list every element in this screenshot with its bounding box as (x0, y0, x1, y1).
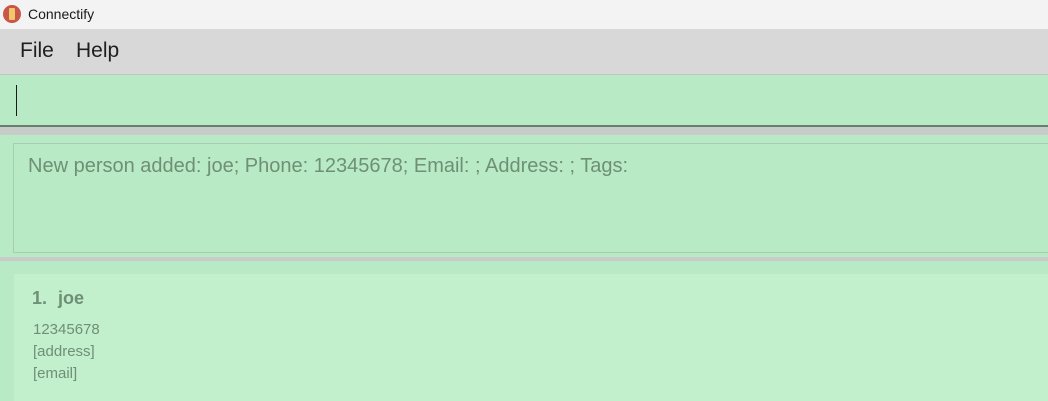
text-caret (16, 85, 17, 116)
person-index: 1. (32, 288, 48, 308)
app-logo-icon (3, 5, 21, 23)
result-display-panel: New person added: joe; Phone: 12345678; … (0, 135, 1048, 257)
person-phone: 12345678 (33, 321, 100, 338)
menu-help[interactable]: Help (76, 39, 119, 63)
window-title: Connectify (28, 6, 95, 22)
menu-file[interactable]: File (20, 39, 54, 63)
person-name: joe (58, 288, 85, 308)
person-email: [email] (33, 365, 78, 382)
person-card[interactable]: 1. joe 12345678 [address] [email] (14, 274, 1048, 401)
result-message: New person added: joe; Phone: 12345678; … (28, 155, 629, 177)
result-display[interactable]: New person added: joe; Phone: 12345678; … (13, 143, 1048, 253)
person-list[interactable]: 1. joe 12345678 [address] [email] (0, 261, 1048, 401)
title-bar: Connectify (0, 0, 1048, 29)
command-input[interactable] (0, 75, 1048, 127)
person-address: [address] (33, 343, 95, 360)
menu-bar: File Help (0, 29, 1048, 75)
divider (0, 127, 1048, 135)
